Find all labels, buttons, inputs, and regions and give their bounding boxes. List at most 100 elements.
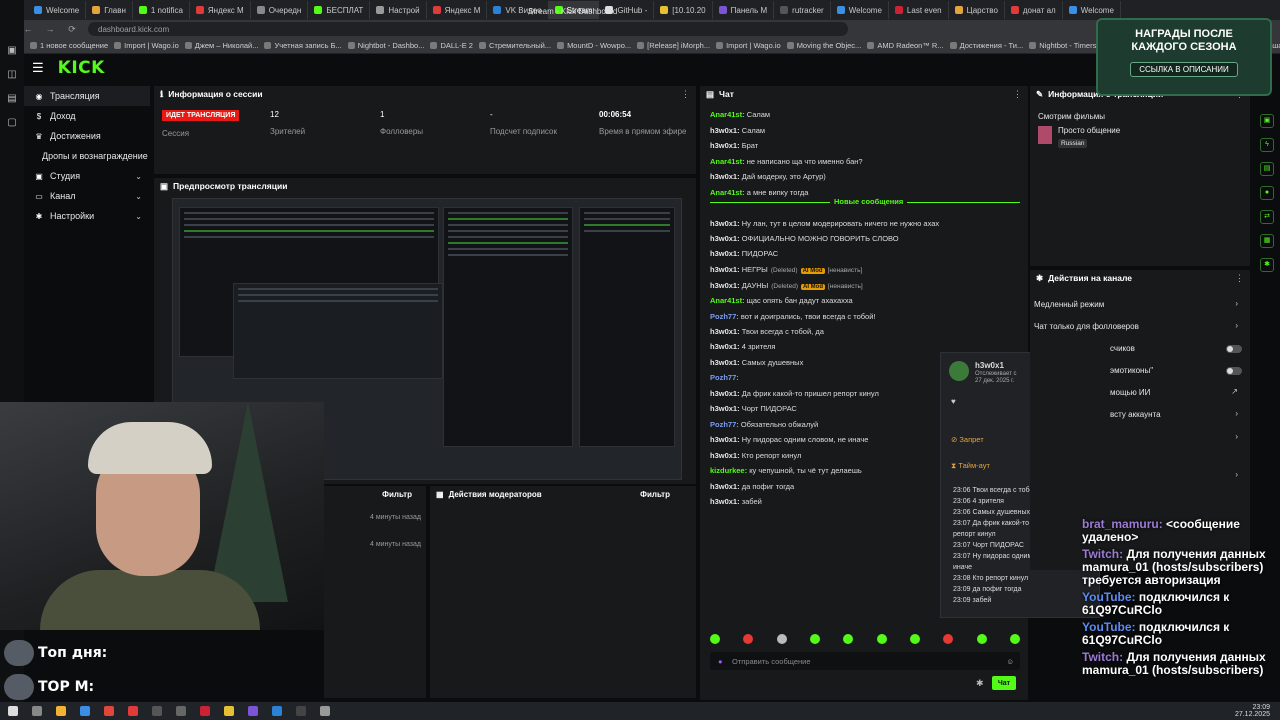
- tool-icon[interactable]: ⇄: [1260, 210, 1274, 224]
- chat-message-input[interactable]: Отправить сообщение ● ☺: [710, 652, 1020, 670]
- chat-message[interactable]: Anar41st: не написано ща что именно бан?: [710, 157, 863, 166]
- chat-message[interactable]: h3w0x1: Дай модерку, это Артур): [710, 172, 826, 181]
- emote-icon[interactable]: [776, 634, 787, 644]
- chat-username[interactable]: h3w0x1:: [710, 281, 740, 290]
- browser-tab[interactable]: Панель М: [713, 1, 775, 19]
- bookmark-item[interactable]: AMD Radeon™ R...: [867, 41, 944, 50]
- chat-username[interactable]: h3w0x1:: [710, 451, 740, 460]
- chat-message[interactable]: h3w0x1: 4 зрителя: [710, 342, 775, 351]
- emote-icon[interactable]: [1009, 634, 1020, 644]
- chat-message[interactable]: h3w0x1: ОФИЦИАЛЬНО МОЖНО ГОВОРИТЬ СЛОВО: [710, 234, 899, 243]
- chat-username[interactable]: Pozh77:: [710, 420, 739, 429]
- browser-tab[interactable]: Last even: [889, 1, 949, 19]
- emote-icon[interactable]: [876, 634, 887, 644]
- browser-tab[interactable]: Очередн: [251, 1, 309, 19]
- app-icon[interactable]: [200, 706, 210, 716]
- more-options-icon[interactable]: ⋮: [1013, 89, 1022, 100]
- app-icon[interactable]: [296, 706, 306, 716]
- chat-settings-icon[interactable]: ✱: [976, 678, 984, 689]
- send-chat-button[interactable]: Чат: [992, 676, 1016, 690]
- chat-message[interactable]: h3w0x1: Чорт ПИДОРАС: [710, 404, 797, 413]
- chat-username[interactable]: h3w0x1:: [710, 404, 740, 413]
- chat-message[interactable]: h3w0x1: Салам: [710, 126, 765, 135]
- tool-icon[interactable]: ▦: [1260, 234, 1274, 248]
- browser-tab[interactable]: Царство: [949, 1, 1005, 19]
- browser-tab[interactable]: [10.10.20: [654, 1, 713, 19]
- search-icon[interactable]: [32, 706, 42, 716]
- bookmark-item[interactable]: Учетная запись Б...: [264, 41, 342, 50]
- start-icon[interactable]: [8, 706, 18, 716]
- url-input[interactable]: dashboard.kick.com: [88, 22, 848, 36]
- emote-icon[interactable]: [909, 634, 920, 644]
- chat-username[interactable]: h3w0x1:: [710, 435, 740, 444]
- chat-message[interactable]: h3w0x1: Кто репорт кинул: [710, 451, 801, 460]
- mic-icon[interactable]: ●: [718, 657, 723, 666]
- bookmark-item[interactable]: DALL-E 2: [430, 41, 473, 50]
- bookmark-item[interactable]: 1 новое сообщение: [30, 41, 108, 50]
- emotes-toggle[interactable]: [1226, 367, 1242, 375]
- chat-message[interactable]: h3w0x1: Твои всегда с тобой, да: [710, 327, 824, 336]
- chat-username[interactable]: h3w0x1:: [710, 265, 740, 274]
- browser-icon[interactable]: [80, 706, 90, 716]
- chat-username[interactable]: h3w0x1:: [710, 327, 740, 336]
- os-app-icon[interactable]: ◫: [5, 68, 19, 82]
- os-app-icon[interactable]: ▢: [5, 116, 19, 130]
- bookmark-item[interactable]: Import | Wago.io: [716, 41, 781, 50]
- app-icon[interactable]: [176, 706, 186, 716]
- chat-message[interactable]: Pozh77: вот и доигрались, твои всегда с …: [710, 312, 875, 321]
- forward-icon[interactable]: →: [44, 24, 56, 34]
- browser-tab[interactable]: Главн: [86, 1, 133, 19]
- chat-message[interactable]: Anar41st: щас опять бан дадут ахахахха: [710, 296, 853, 305]
- bookmark-item[interactable]: Moving the Objec...: [786, 41, 861, 50]
- sidebar-item-achievements[interactable]: ♛ Достижения: [24, 126, 150, 146]
- chat-username[interactable]: Pozh77:: [710, 312, 739, 321]
- slow-mode-action[interactable]: Медленный режим: [1034, 300, 1104, 309]
- folder-icon[interactable]: [56, 706, 66, 716]
- chat-message[interactable]: h3w0x1: НЕГРЫ (Deleted) AI Mod [ненависть]: [710, 265, 862, 274]
- chat-message[interactable]: Anar41st: а мне випку тогда: [710, 188, 808, 197]
- browser-tab[interactable]: БЕСПЛАТ: [308, 1, 371, 19]
- chat-username[interactable]: h3w0x1:: [710, 234, 740, 243]
- chat-username[interactable]: h3w0x1:: [710, 219, 740, 228]
- chat-username[interactable]: h3w0x1:: [710, 497, 740, 506]
- more-options-icon[interactable]: ⋮: [681, 89, 690, 100]
- browser-tab[interactable]: Яндекс М: [427, 1, 488, 19]
- chat-username[interactable]: kizdurkee:: [710, 466, 747, 475]
- chat-username[interactable]: Anar41st:: [710, 157, 745, 166]
- chat-username[interactable]: h3w0x1:: [710, 389, 740, 398]
- browser-tab[interactable]: Welcome: [1063, 1, 1121, 19]
- chat-username[interactable]: h3w0x1:: [710, 482, 740, 491]
- os-app-icon[interactable]: ▣: [5, 44, 19, 58]
- ban-label[interactable]: ⊘ Запрет: [951, 435, 984, 444]
- chat-username[interactable]: h3w0x1:: [710, 342, 740, 351]
- chat-message[interactable]: h3w0x1: ПИДОРАС: [710, 249, 778, 258]
- sidebar-item-channel[interactable]: ▭ Канал ⌄: [24, 186, 150, 206]
- chat-message[interactable]: Pozh77: Обязательно обжалуй: [710, 420, 818, 429]
- emote-icon[interactable]: [843, 634, 854, 644]
- chat-message[interactable]: h3w0x1: ДАУНЫ (Deleted) AI Mod [ненависть]: [710, 281, 863, 290]
- chat-username[interactable]: h3w0x1:: [710, 249, 740, 258]
- browser-tab[interactable]: Яндекс М: [190, 1, 251, 19]
- lightning-icon[interactable]: ϟ: [1260, 138, 1274, 152]
- chat-message[interactable]: kizdurkee: ку чепушной, ты чё тут делаеш…: [710, 466, 862, 475]
- bookmark-item[interactable]: Стремительный...: [478, 41, 551, 50]
- kick-logo[interactable]: KICK: [58, 58, 105, 78]
- tool-icon[interactable]: ▤: [1260, 162, 1274, 176]
- browser-tab[interactable]: Welcome: [831, 1, 889, 19]
- bookmark-item[interactable]: [Release] iMorph...: [637, 41, 710, 50]
- chat-username[interactable]: Anar41st:: [710, 296, 745, 305]
- chat-username[interactable]: h3w0x1:: [710, 172, 740, 181]
- chat-username[interactable]: Anar41st:: [710, 110, 745, 119]
- app-icon[interactable]: [152, 706, 162, 716]
- filter-button[interactable]: Фильтр: [382, 490, 412, 499]
- more-options-icon[interactable]: ⋮: [1235, 273, 1244, 284]
- tool-icon[interactable]: ▣: [1260, 114, 1274, 128]
- chat-username[interactable]: h3w0x1:: [710, 141, 740, 150]
- sidebar-item-drops[interactable]: Дропы и вознаграждение: [24, 146, 150, 166]
- chrome-icon[interactable]: [104, 706, 114, 716]
- chat-message[interactable]: h3w0x1: Самых душевных: [710, 358, 803, 367]
- emote-icon[interactable]: [743, 634, 754, 644]
- chat-username[interactable]: Pozh77:: [710, 373, 739, 382]
- sidebar-item-studio[interactable]: ▣ Студия ⌄: [24, 166, 150, 186]
- reload-icon[interactable]: ⟳: [66, 24, 78, 35]
